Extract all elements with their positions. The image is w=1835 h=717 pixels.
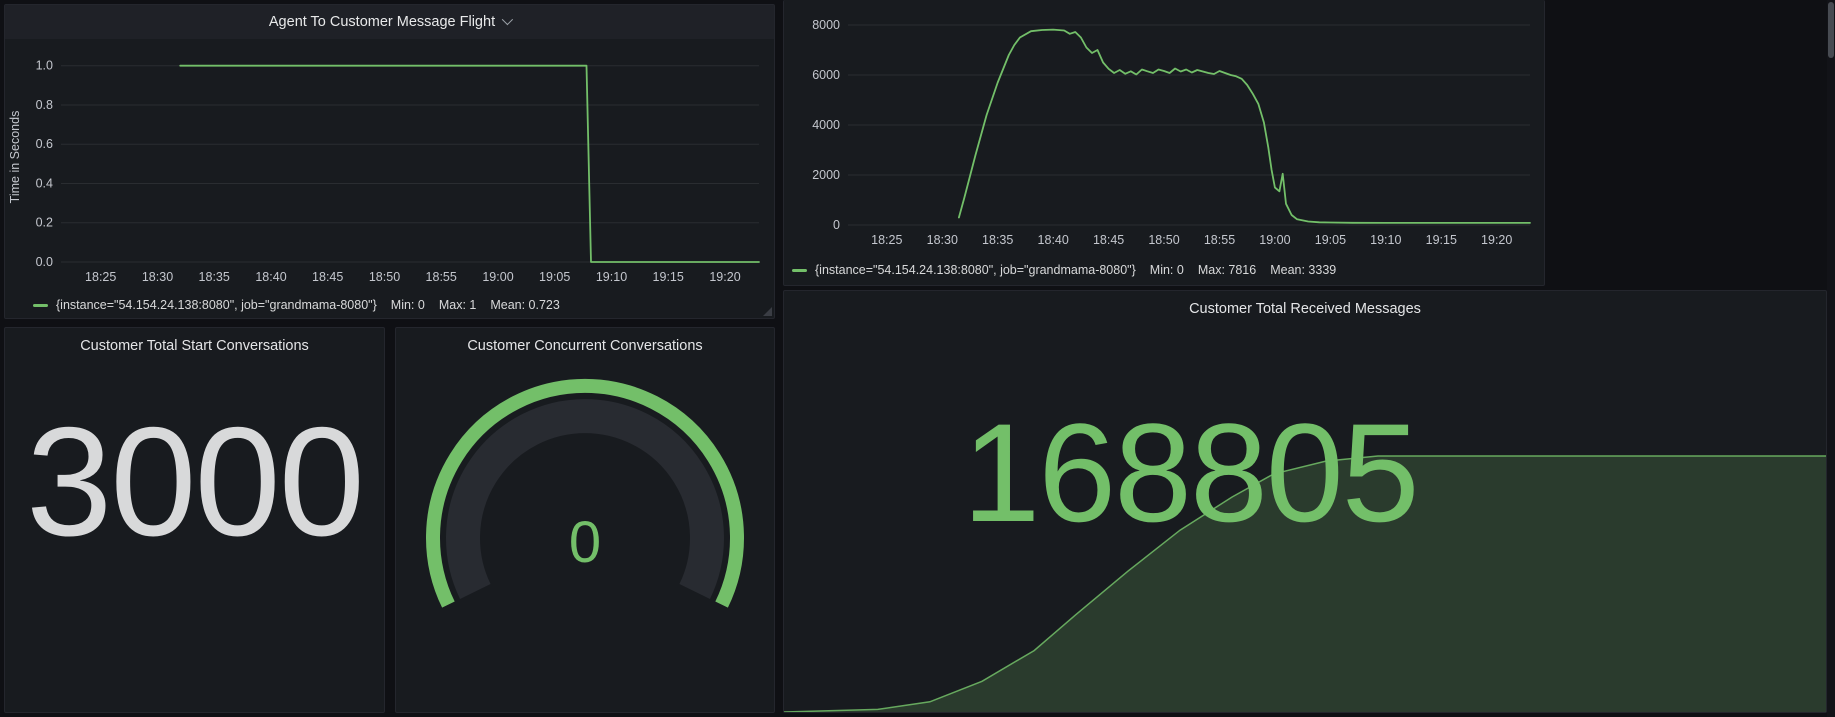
- legend-max: Max: 1: [439, 298, 477, 312]
- panel-message-rate-chart: 0 2000 4000 6000 8000 18:25 18:30 18:35 18:40 18:…: [783, 0, 1545, 286]
- svg-text:0.0: 0.0: [36, 255, 53, 269]
- svg-text:18:30: 18:30: [927, 233, 958, 247]
- svg-text:1.0: 1.0: [36, 59, 53, 73]
- svg-text:0: 0: [833, 218, 840, 232]
- legend-series-label[interactable]: {instance="54.154.24.138:8080", job="gra…: [56, 298, 377, 312]
- svg-text:2000: 2000: [812, 168, 840, 182]
- svg-text:19:05: 19:05: [539, 270, 570, 284]
- svg-text:0.2: 0.2: [36, 216, 53, 230]
- legend-min: Min: 0: [391, 298, 425, 312]
- svg-text:18:25: 18:25: [871, 233, 902, 247]
- panel-customer-concurrent-conversations: Customer Concurrent Conversations 0: [395, 327, 775, 713]
- svg-text:8000: 8000: [812, 18, 840, 32]
- panel-title[interactable]: Customer Concurrent Conversations: [396, 328, 774, 354]
- svg-text:18:25: 18:25: [85, 270, 116, 284]
- panel-agent-to-customer-message-flight: Agent To Customer Message Flight 0.00.20…: [4, 4, 775, 319]
- svg-text:0.4: 0.4: [36, 177, 53, 191]
- svg-text:18:35: 18:35: [982, 233, 1013, 247]
- legend: {instance="54.154.24.138:8080", job="gra…: [792, 263, 1336, 277]
- svg-text:18:45: 18:45: [312, 270, 343, 284]
- legend-mean: Mean: 3339: [1270, 263, 1336, 277]
- legend-series-label[interactable]: {instance="54.154.24.138:8080", job="gra…: [815, 263, 1136, 277]
- svg-text:Time in Seconds: Time in Seconds: [8, 111, 22, 204]
- panel-customer-total-received-messages: Customer Total Received Messages 168805: [783, 290, 1827, 713]
- legend-max: Max: 7816: [1198, 263, 1256, 277]
- svg-text:18:40: 18:40: [1038, 233, 1069, 247]
- scrollbar-track[interactable]: [1827, 0, 1835, 717]
- svg-text:18:45: 18:45: [1093, 233, 1124, 247]
- panel-header[interactable]: Agent To Customer Message Flight: [5, 5, 774, 39]
- svg-text:19:15: 19:15: [1426, 233, 1457, 247]
- flight-time-line-chart[interactable]: 0.0 0.2 0.4 0.6 0.8 1.0 18:25 18:30 18:35 18:40 18…: [5, 39, 771, 288]
- stat-value-start-conversations: 3000: [5, 404, 384, 559]
- line-chart-svg: 0.0 0.2 0.4 0.6 0.8 1.0 18:25 18:30 18:35 18:40 18…: [5, 39, 771, 288]
- svg-text:6000: 6000: [812, 68, 840, 82]
- svg-text:19:10: 19:10: [596, 270, 627, 284]
- svg-text:18:40: 18:40: [255, 270, 286, 284]
- svg-text:18:55: 18:55: [1204, 233, 1235, 247]
- svg-text:18:50: 18:50: [369, 270, 400, 284]
- legend-series-swatch[interactable]: [792, 269, 807, 272]
- gauge-svg: [405, 366, 765, 696]
- stat-value-received-messages: 168805: [784, 403, 1596, 543]
- svg-text:0.8: 0.8: [36, 98, 53, 112]
- panel-title[interactable]: Customer Total Start Conversations: [5, 328, 384, 354]
- scrollbar-thumb[interactable]: [1828, 2, 1834, 58]
- panel-customer-total-start-conversations: Customer Total Start Conversations 3000: [4, 327, 385, 713]
- chevron-down-icon: [502, 13, 513, 24]
- panel-title[interactable]: Agent To Customer Message Flight: [269, 14, 495, 30]
- legend-min: Min: 0: [1150, 263, 1184, 277]
- svg-text:19:00: 19:00: [1259, 233, 1290, 247]
- panel-resize-handle[interactable]: [763, 307, 772, 316]
- legend-series-swatch[interactable]: [33, 304, 48, 307]
- svg-text:19:20: 19:20: [1481, 233, 1512, 247]
- svg-text:18:55: 18:55: [426, 270, 457, 284]
- svg-text:18:30: 18:30: [142, 270, 173, 284]
- legend-mean: Mean: 0.723: [490, 298, 560, 312]
- svg-text:18:50: 18:50: [1148, 233, 1179, 247]
- message-rate-line-chart[interactable]: 0 2000 4000 6000 8000 18:25 18:30 18:35 18:40 18:…: [784, 2, 1542, 251]
- svg-text:19:00: 19:00: [482, 270, 513, 284]
- svg-text:4000: 4000: [812, 118, 840, 132]
- legend: {instance="54.154.24.138:8080", job="gra…: [33, 298, 560, 312]
- svg-text:18:35: 18:35: [199, 270, 230, 284]
- svg-text:19:10: 19:10: [1370, 233, 1401, 247]
- grafana-dashboard: Agent To Customer Message Flight 0.00.20…: [0, 0, 1835, 717]
- svg-text:19:20: 19:20: [709, 270, 740, 284]
- line-chart-svg: 0 2000 4000 6000 8000 18:25 18:30 18:35 18:40 18:…: [784, 2, 1542, 251]
- panel-title[interactable]: Customer Total Received Messages: [784, 291, 1826, 317]
- svg-text:19:05: 19:05: [1315, 233, 1346, 247]
- concurrent-conversations-gauge: [405, 366, 765, 696]
- svg-text:19:15: 19:15: [653, 270, 684, 284]
- svg-text:0.6: 0.6: [36, 137, 53, 151]
